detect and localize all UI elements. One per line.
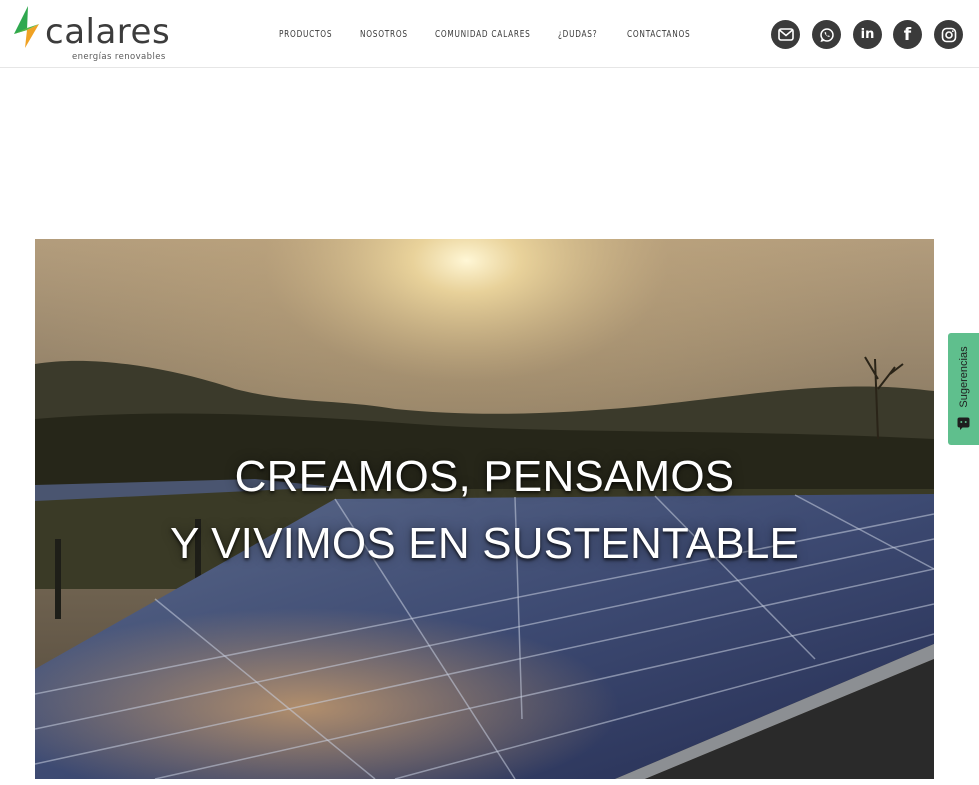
nav-item-nosotros[interactable]: NOSOTROS [360, 29, 408, 40]
facebook-icon: f [903, 24, 912, 45]
brand-name: calares [45, 12, 171, 52]
email-button[interactable] [771, 20, 800, 49]
hero-title-line-2: Y VIVIMOS EN SUSTENTABLE [169, 519, 800, 568]
instagram-icon [941, 27, 956, 42]
feedback-tab[interactable]: Sugerencias [948, 333, 979, 445]
site-header: calares energías renovables PRODUCTOS NO… [0, 0, 979, 68]
feedback-tab-label: Sugerencias [958, 346, 970, 408]
lightning-bolt-icon [14, 6, 39, 48]
hero-banner: CREAMOS, PENSAMOS Y VIVIMOS EN SUSTENTAB… [35, 239, 934, 779]
nav-item-contactanos[interactable]: CONTACTANOS [627, 29, 690, 40]
facebook-button[interactable]: f [893, 20, 922, 49]
nav-item-comunidad-calares[interactable]: COMUNIDAD CALARES [435, 29, 531, 40]
hero-title-line-1: CREAMOS, PENSAMOS [234, 452, 735, 501]
email-icon [777, 28, 794, 41]
linkedin-button[interactable]: in [853, 20, 882, 49]
feedback-chat-icon [957, 417, 970, 430]
whatsapp-icon [819, 27, 834, 42]
nav-item-productos[interactable]: PRODUCTOS [279, 29, 332, 40]
whatsapp-button[interactable] [812, 20, 841, 49]
instagram-button[interactable] [934, 20, 963, 49]
calares-logo[interactable]: calares energías renovables [13, 6, 193, 62]
brand-tagline: energías renovables [72, 52, 166, 62]
linkedin-icon: in [860, 27, 875, 42]
nav-item-dudas[interactable]: ¿DUDAS? [558, 29, 597, 40]
